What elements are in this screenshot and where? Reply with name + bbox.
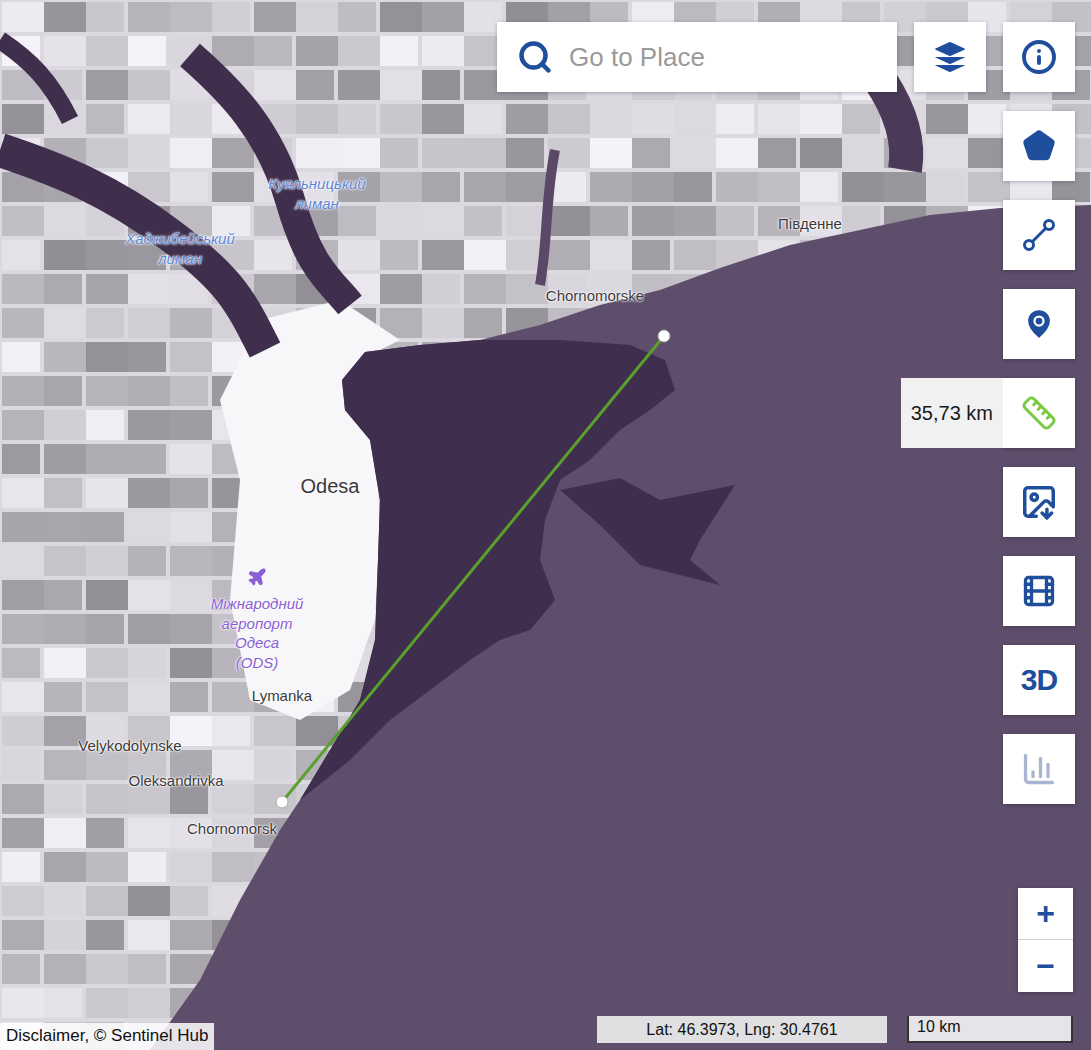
- airport-marker: [247, 567, 267, 587]
- map-label: Хаджибейськийлиман: [125, 229, 235, 268]
- map-label: Куяльницькийлиман: [268, 174, 365, 213]
- black-sea: [150, 205, 1091, 1050]
- search-icon: [517, 39, 553, 75]
- ruler-button[interactable]: 35,73 km: [1003, 378, 1075, 448]
- map-label: МіжнароднийаеропортОдеса(ODS): [211, 594, 304, 672]
- land: [0, 0, 1091, 1050]
- map-label: Lymanka: [252, 686, 312, 706]
- 3d-label: 3D: [1021, 663, 1057, 697]
- video-button[interactable]: [1003, 556, 1075, 626]
- status-bar: Disclaimer, © Sentinel Hub Lat: 46.3973, …: [0, 1016, 1091, 1050]
- ruler-icon: [1021, 395, 1057, 431]
- film-icon: [1021, 573, 1057, 609]
- top-controls: Go to Place 35,73 km 3D: [497, 22, 1075, 804]
- disclaimer[interactable]: Disclaimer, © Sentinel Hub: [0, 1023, 214, 1050]
- liman: [0, 40, 70, 120]
- search-box[interactable]: Go to Place: [497, 22, 897, 92]
- liman: [880, 80, 906, 170]
- layers-icon: [931, 38, 969, 76]
- measure-point[interactable]: [658, 330, 670, 342]
- info-icon: [1021, 39, 1057, 75]
- map-label: Velykodolynske: [78, 736, 181, 756]
- toolbar: 35,73 km 3D: [1003, 22, 1075, 804]
- map-label: Південне: [778, 214, 842, 234]
- khadzhibey-liman: [0, 150, 265, 350]
- pin-button[interactable]: [1003, 289, 1075, 359]
- zoom-controls: +−: [1018, 888, 1073, 992]
- download-button[interactable]: [1003, 467, 1075, 537]
- polygon-icon: [1022, 129, 1056, 163]
- layers-button[interactable]: [914, 22, 986, 92]
- map-label: Oleksandrivka: [128, 771, 223, 791]
- 3d-button[interactable]: 3D: [1003, 645, 1075, 715]
- info-button[interactable]: [1003, 22, 1075, 92]
- pin-icon: [1021, 306, 1057, 342]
- scale-bar: 10 km: [907, 1016, 1073, 1043]
- plane-icon: [247, 567, 267, 587]
- coordinates: Lat: 46.3973, Lng: 30.4761: [597, 1016, 887, 1043]
- image-download-icon: [1020, 483, 1058, 521]
- measure-point[interactable]: [276, 796, 288, 808]
- chart-icon: [1021, 751, 1057, 787]
- measure-line[interactable]: [282, 336, 664, 802]
- chart-button[interactable]: [1003, 734, 1075, 804]
- map-label: Odesa: [301, 473, 360, 499]
- zoom-in-button[interactable]: +: [1018, 888, 1073, 940]
- eo-browser: Куяльницькийлиман Хаджибейськийлиман Півде…: [0, 0, 1091, 1050]
- liman: [540, 150, 555, 285]
- line-tool-icon: [1022, 218, 1056, 252]
- oil-slick-arm: [560, 478, 735, 585]
- map-label: Chornomorske: [546, 286, 644, 306]
- zoom-out-button[interactable]: −: [1018, 940, 1073, 992]
- polygon-button[interactable]: [1003, 111, 1075, 181]
- measure-distance: 35,73 km: [901, 378, 1003, 448]
- farm-fields: [2, 2, 1091, 1050]
- line-button[interactable]: [1003, 200, 1075, 270]
- oil-slick: [300, 340, 675, 800]
- search-placeholder: Go to Place: [569, 42, 705, 73]
- sentinel-map[interactable]: [0, 0, 1091, 1050]
- map-label: Chornomorsk: [187, 819, 277, 839]
